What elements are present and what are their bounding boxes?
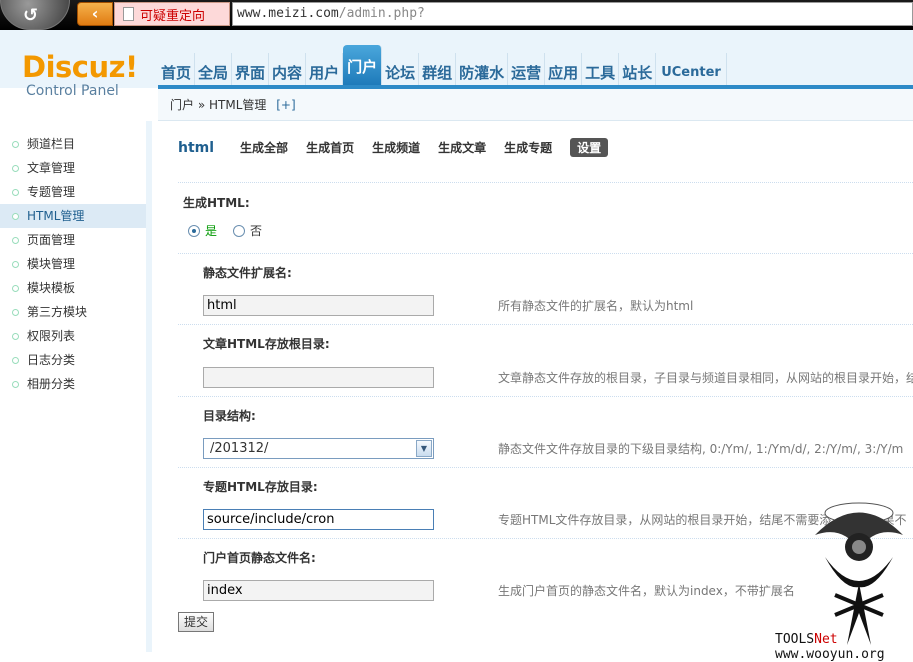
- sidebar-list: 频道栏目 文章管理 专题管理 HTML管理 页面管理 模块管理 模块模板 第三方模块 权限列表日…: [0, 132, 146, 396]
- nav-item-5[interactable]: 门户: [343, 45, 383, 87]
- url-domain: www.meizi.com: [237, 6, 339, 21]
- divider: [178, 538, 913, 539]
- breadcrumb: 门户 » HTML管理 [+]: [158, 89, 913, 121]
- tab-item[interactable]: 生成首页: [306, 139, 354, 156]
- sidebar-item[interactable]: 第三方模块: [0, 300, 146, 324]
- generate-no-radio[interactable]: [233, 224, 246, 237]
- watermark-logo: [815, 502, 903, 645]
- nav-item-13[interactable]: UCenter: [656, 53, 727, 87]
- breadcrumb-separator: »: [197, 98, 206, 112]
- structure-select-value: /201312/: [210, 441, 269, 456]
- logo: Discuz!: [22, 50, 138, 84]
- tab-item[interactable]: 生成全部: [240, 139, 288, 156]
- main-nav: 首页 全局 界面 内容 用户 门户 论坛 群组 防灌水 运营 应用 工具 站长 UCenter: [158, 45, 727, 87]
- article-dir-label: 文章HTML存放根目录:: [203, 337, 330, 351]
- tab-title: html: [178, 139, 215, 156]
- logo-subtitle: Control Panel: [26, 83, 119, 99]
- browser-toolbar: ↺ ‹ 可疑重定向 www.meizi.com/admin.php?: [0, 0, 913, 30]
- sidebar-item[interactable]: 模块模板: [0, 276, 146, 300]
- nav-item-1[interactable]: 全局: [195, 53, 233, 87]
- generate-no-label: 否: [250, 224, 263, 238]
- nav-item-11[interactable]: 工具: [582, 53, 620, 87]
- redirect-warning[interactable]: 可疑重定向: [114, 2, 230, 26]
- ext-input[interactable]: html: [203, 295, 434, 316]
- nav-item-7[interactable]: 群组: [419, 53, 457, 87]
- nav-item-4[interactable]: 用户: [306, 53, 344, 87]
- structure-label: 目录结构:: [203, 409, 256, 423]
- sidebar-item[interactable]: 权限列表: [0, 324, 146, 348]
- sidebar-item[interactable]: 相册分类: [0, 372, 146, 396]
- structure-select[interactable]: /201312/ ▼: [203, 438, 434, 459]
- divider: [178, 324, 913, 325]
- add-shortcut-link[interactable]: [+]: [276, 98, 295, 112]
- tab-item[interactable]: 生成专题: [504, 139, 552, 156]
- tab-item[interactable]: 生成频道: [372, 139, 420, 156]
- url-path: /admin.php?: [338, 6, 425, 21]
- ext-hint: 所有静态文件的扩展名，默认为html: [498, 299, 694, 313]
- sidebar-item[interactable]: 专题管理: [0, 180, 146, 204]
- submit-button[interactable]: 提交: [178, 612, 214, 632]
- structure-hint: 静态文件文件存放目录的下级目录结构, 0:/Ym/, 1:/Ym/d/, 2:/…: [498, 442, 904, 456]
- generate-html-label: 生成HTML:: [183, 196, 250, 210]
- back-button[interactable]: ‹: [77, 2, 113, 26]
- sidebar-item[interactable]: 频道栏目: [0, 132, 146, 156]
- browser-orb-icon[interactable]: ↺: [0, 0, 70, 30]
- nav-item-2[interactable]: 界面: [232, 53, 270, 87]
- nav-item-12[interactable]: 站长: [619, 53, 657, 87]
- sidebar-item[interactable]: 日志分类: [0, 348, 146, 372]
- sidebar-item[interactable]: HTML管理: [0, 204, 146, 228]
- article-dir-input[interactable]: [203, 367, 434, 388]
- nav-item-9[interactable]: 运营: [508, 53, 546, 87]
- nav-item-8[interactable]: 防灌水: [456, 53, 509, 87]
- generate-html-radio-group: 是 否: [188, 222, 278, 239]
- divider: [178, 396, 913, 397]
- watermark-word: TOOLS: [775, 632, 815, 647]
- nav-item-0[interactable]: 首页: [158, 53, 196, 87]
- tab-bar: html 生成全部 生成首页 生成频道 生成文章 生成专题 设置: [178, 138, 626, 157]
- tab-item[interactable]: 生成文章: [438, 139, 486, 156]
- sidebar: 频道栏目 文章管理 专题管理 HTML管理 页面管理 模块管理 模块模板 第三方模块 权限列表日…: [0, 121, 152, 652]
- chevron-down-icon[interactable]: ▼: [416, 440, 432, 457]
- nav-item-6[interactable]: 论坛: [382, 53, 420, 87]
- sidebar-item[interactable]: 文章管理: [0, 156, 146, 180]
- article-dir-hint: 文章静态文件存放的根目录，子目录与频道目录相同，从网站的根目录开始，结: [498, 371, 913, 385]
- generate-yes-label: 是: [205, 224, 218, 238]
- ext-label: 静态文件扩展名:: [203, 266, 292, 280]
- address-bar[interactable]: www.meizi.com/admin.php?: [232, 2, 913, 26]
- page-icon: [123, 7, 134, 21]
- topic-dir-input[interactable]: source/include/cron: [203, 509, 434, 530]
- nav-item-10[interactable]: 应用: [545, 53, 583, 87]
- divider: [178, 253, 913, 254]
- index-hint: 生成门户首页的静态文件名，默认为index，不带扩展名: [498, 584, 795, 598]
- index-input[interactable]: index: [203, 580, 434, 601]
- breadcrumb-root[interactable]: 门户: [170, 98, 194, 112]
- watermark-site: www.wooyun.org: [775, 647, 885, 662]
- divider: [178, 467, 913, 468]
- generate-yes-radio[interactable]: [188, 224, 200, 237]
- redirect-warning-text: 可疑重定向: [140, 8, 206, 24]
- divider: [178, 182, 913, 183]
- topic-dir-label: 专题HTML存放目录:: [203, 480, 318, 494]
- index-label: 门户首页静态文件名:: [203, 551, 316, 565]
- watermark-text: TOOLSNet www.wooyun.org: [775, 632, 885, 662]
- breadcrumb-current: HTML管理: [209, 98, 267, 112]
- nav-item-3[interactable]: 内容: [269, 53, 307, 87]
- tab-list: 生成全部 生成首页 生成频道 生成文章 生成专题: [240, 139, 570, 156]
- tab-settings[interactable]: 设置: [570, 138, 609, 157]
- watermark-accent: Net: [814, 632, 838, 647]
- main-content: html 生成全部 生成首页 生成频道 生成文章 生成专题 设置 生成HTML: 是 否…: [158, 122, 913, 652]
- sidebar-item[interactable]: 模块管理: [0, 252, 146, 276]
- sidebar-item[interactable]: 页面管理: [0, 228, 146, 252]
